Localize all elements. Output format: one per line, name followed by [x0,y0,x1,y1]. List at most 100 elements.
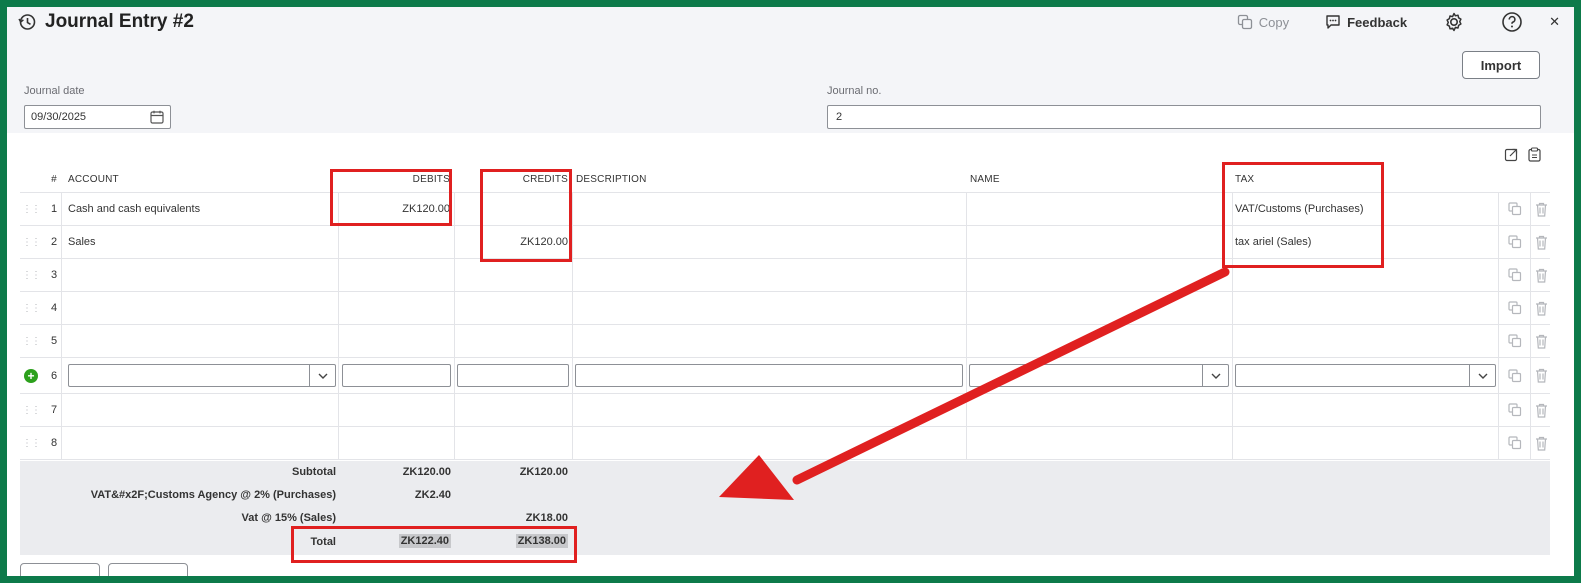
chevron-down-icon[interactable] [1202,365,1228,386]
name-cell[interactable] [970,325,1225,357]
name-cell[interactable] [970,427,1225,459]
clipboard-icon[interactable] [1527,147,1542,162]
credits-cell[interactable] [456,394,568,426]
drag-handle-icon[interactable]: ⋮⋮ [22,427,41,459]
trash-icon[interactable] [1532,394,1550,426]
export-icon[interactable] [1504,147,1519,162]
tax-cell[interactable]: VAT/Customs (Purchases) [1235,193,1490,225]
account-select[interactable] [68,364,336,387]
name-select[interactable] [969,364,1229,387]
drag-handle-icon[interactable]: ⋮⋮ [22,292,41,324]
credits-cell[interactable] [456,427,568,459]
name-cell[interactable] [970,292,1225,324]
journal-no-input[interactable]: 2 [827,105,1541,129]
duplicate-line-icon[interactable] [1506,325,1524,357]
settings-gear-icon[interactable] [1443,11,1465,33]
help-icon[interactable] [1501,11,1523,33]
copy-button[interactable]: Copy [1237,14,1289,30]
description-cell[interactable] [576,226,956,258]
tax-cell[interactable] [1235,292,1490,324]
credits-cell[interactable] [456,292,568,324]
debits-input[interactable] [342,364,451,387]
add-lines-button[interactable] [20,563,100,576]
chevron-down-icon[interactable] [309,365,335,386]
duplicate-line-icon[interactable] [1506,259,1524,291]
table-row[interactable]: ⋮⋮ 1 Cash and cash equivalents ZK120.00 … [20,193,1550,226]
debits-cell[interactable] [340,427,450,459]
description-input[interactable] [575,364,963,387]
trash-icon[interactable] [1532,325,1550,357]
description-cell[interactable] [576,292,956,324]
account-cell[interactable] [68,325,336,357]
account-cell[interactable]: Cash and cash equivalents [68,193,336,225]
credits-cell[interactable] [456,325,568,357]
table-row[interactable]: ⋮⋮ 3 [20,259,1550,292]
account-cell[interactable] [68,394,336,426]
trash-icon[interactable] [1532,427,1550,459]
description-cell[interactable] [576,325,956,357]
name-cell[interactable] [970,226,1225,258]
column-divider [454,394,455,426]
tax-cell[interactable] [1235,427,1490,459]
description-cell[interactable] [576,427,956,459]
add-line-icon[interactable]: + [24,368,38,383]
trash-icon[interactable] [1532,193,1550,225]
debits-cell[interactable] [340,394,450,426]
trash-icon[interactable] [1532,226,1550,258]
drag-handle-icon[interactable]: ⋮⋮ [22,394,41,426]
debits-cell[interactable] [340,292,450,324]
description-cell[interactable] [576,394,956,426]
debits-cell[interactable]: ZK120.00 [340,193,450,225]
journal-no-value: 2 [836,111,843,123]
table-row[interactable]: + 6 [20,358,1550,394]
duplicate-line-icon[interactable] [1506,427,1524,459]
duplicate-line-icon[interactable] [1506,193,1524,225]
table-row[interactable]: ⋮⋮ 8 [20,427,1550,460]
table-row[interactable]: ⋮⋮ 7 [20,394,1550,427]
duplicate-line-icon[interactable] [1506,292,1524,324]
import-button[interactable]: Import [1462,51,1540,79]
journal-date-input[interactable]: 09/30/2025 [24,105,171,129]
drag-handle-icon[interactable]: ⋮⋮ [22,325,41,357]
name-cell[interactable] [970,394,1225,426]
table-row[interactable]: ⋮⋮ 5 [20,325,1550,358]
account-cell[interactable] [68,427,336,459]
table-row[interactable]: ⋮⋮ 2 Sales ZK120.00 tax ariel (Sales) [20,226,1550,259]
credits-cell[interactable] [456,259,568,291]
trash-icon[interactable] [1532,358,1550,393]
drag-handle-icon[interactable]: ⋮⋮ [22,226,41,258]
tax-select[interactable] [1235,364,1496,387]
debits-cell[interactable] [340,226,450,258]
close-icon[interactable]: ✕ [1549,14,1560,30]
drag-handle-icon[interactable]: ⋮⋮ [22,259,41,291]
name-cell[interactable] [970,259,1225,291]
calendar-icon[interactable] [150,110,164,124]
description-cell[interactable] [576,193,956,225]
recent-history-icon[interactable] [17,12,37,32]
tax-cell[interactable] [1235,325,1490,357]
account-cell[interactable] [68,292,336,324]
feedback-button[interactable]: Feedback [1325,14,1407,30]
chevron-down-icon[interactable] [1469,365,1495,386]
tax-cell[interactable] [1235,394,1490,426]
name-cell[interactable] [970,193,1225,225]
drag-handle-icon[interactable]: ⋮⋮ [22,193,41,225]
tax-cell[interactable] [1235,259,1490,291]
debits-cell[interactable] [340,259,450,291]
account-cell[interactable]: Sales [68,226,336,258]
row-number: 1 [50,203,58,215]
credits-input[interactable] [457,364,569,387]
table-row[interactable]: ⋮⋮ 4 [20,292,1550,325]
duplicate-line-icon[interactable] [1506,226,1524,258]
duplicate-line-icon[interactable] [1506,394,1524,426]
clear-all-lines-button[interactable] [108,563,188,576]
trash-icon[interactable] [1532,292,1550,324]
debits-cell[interactable] [340,325,450,357]
trash-icon[interactable] [1532,259,1550,291]
account-cell[interactable] [68,259,336,291]
credits-cell[interactable]: ZK120.00 [456,226,568,258]
credits-cell[interactable] [456,193,568,225]
tax-cell[interactable]: tax ariel (Sales) [1235,226,1490,258]
duplicate-line-icon[interactable] [1506,358,1524,393]
description-cell[interactable] [576,259,956,291]
